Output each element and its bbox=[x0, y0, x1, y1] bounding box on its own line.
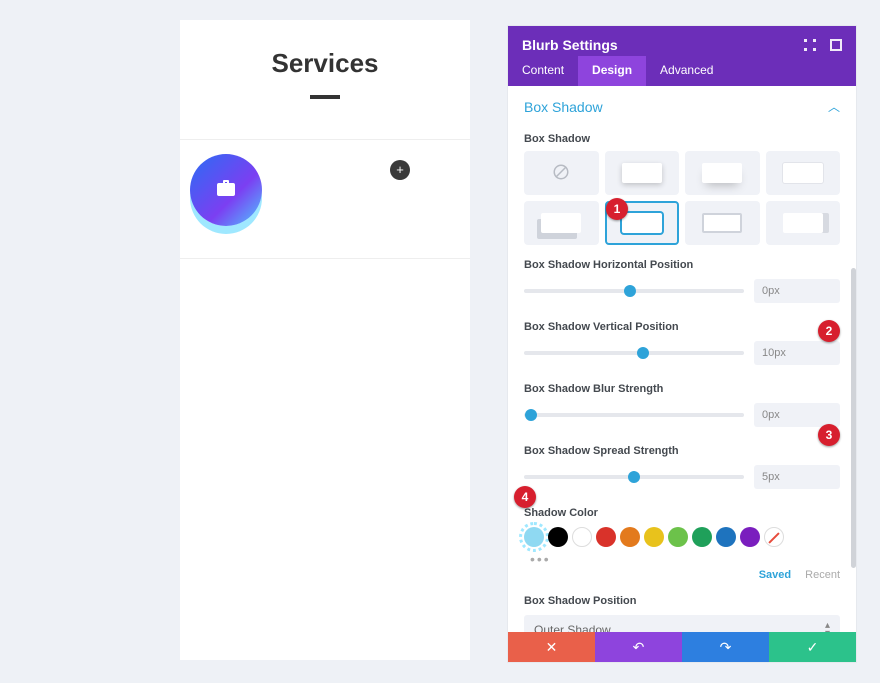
preset-6[interactable] bbox=[685, 201, 760, 245]
panel-body: Box Shadow ︿ Box Shadow Box Shadow Horiz… bbox=[508, 86, 856, 632]
blur-label: Box Shadow Blur Strength bbox=[508, 377, 856, 401]
h-pos-slider[interactable] bbox=[524, 289, 744, 293]
panel-title: Blurb Settings bbox=[522, 37, 618, 53]
swatch-black[interactable] bbox=[548, 527, 568, 547]
save-button[interactable]: ✓ bbox=[769, 632, 856, 662]
preset-none[interactable] bbox=[524, 151, 599, 195]
v-pos-slider[interactable] bbox=[524, 351, 744, 355]
tab-advanced[interactable]: Advanced bbox=[646, 56, 727, 86]
chevron-up-icon: ︿ bbox=[828, 98, 840, 115]
annotation-badge-4: 4 bbox=[514, 486, 536, 508]
palette-saved-tab[interactable]: Saved bbox=[759, 569, 791, 581]
preset-1[interactable] bbox=[605, 151, 680, 195]
panel-header: Blurb Settings Content Design Advanced bbox=[508, 26, 856, 86]
palette-recent-tab[interactable]: Recent bbox=[805, 569, 840, 581]
swatch-blue[interactable] bbox=[716, 527, 736, 547]
section-title: Box Shadow bbox=[524, 99, 603, 115]
none-icon bbox=[552, 163, 570, 184]
blurb-module[interactable]: + bbox=[180, 139, 470, 259]
title-underline bbox=[310, 95, 340, 99]
page-title: Services bbox=[180, 48, 470, 79]
annotation-badge-1: 1 bbox=[606, 198, 628, 220]
chevron-updown-icon: ▴▾ bbox=[825, 622, 830, 632]
swatch-green[interactable] bbox=[668, 527, 688, 547]
swatch-purple[interactable] bbox=[740, 527, 760, 547]
box-shadow-position-select[interactable]: Outer Shadow ▴▾ bbox=[524, 615, 840, 632]
settings-panel: Blurb Settings Content Design Advanced B… bbox=[508, 26, 856, 662]
preset-2[interactable] bbox=[685, 151, 760, 195]
cancel-button[interactable]: ✕ bbox=[508, 632, 595, 662]
spread-value[interactable]: 5px bbox=[754, 465, 840, 489]
preset-7[interactable] bbox=[766, 201, 841, 245]
redo-icon: ↷ bbox=[720, 639, 732, 656]
swatch-red[interactable] bbox=[596, 527, 616, 547]
swatch-yellow[interactable] bbox=[644, 527, 664, 547]
preview-column: Services + bbox=[180, 20, 470, 660]
panel-toggle-icon[interactable] bbox=[830, 39, 842, 51]
v-pos-label: Box Shadow Vertical Position bbox=[508, 315, 856, 339]
expand-icon[interactable] bbox=[804, 39, 816, 51]
section-box-shadow[interactable]: Box Shadow ︿ bbox=[508, 86, 856, 127]
swatch-orange[interactable] bbox=[620, 527, 640, 547]
annotation-badge-2: 2 bbox=[818, 320, 840, 342]
briefcase-icon bbox=[217, 180, 235, 201]
spread-label: Box Shadow Spread Strength bbox=[508, 439, 856, 463]
close-icon: ✕ bbox=[546, 639, 558, 656]
undo-icon: ↶ bbox=[633, 639, 645, 656]
select-value: Outer Shadow bbox=[534, 623, 611, 632]
swatch-active[interactable] bbox=[524, 527, 544, 547]
box-shadow-label: Box Shadow bbox=[508, 127, 856, 151]
redo-button[interactable]: ↷ bbox=[682, 632, 769, 662]
tab-bar: Content Design Advanced bbox=[508, 56, 856, 86]
box-shadow-position-label: Box Shadow Position bbox=[508, 589, 856, 613]
more-colors-icon[interactable]: ••• bbox=[524, 551, 551, 567]
annotation-badge-3: 3 bbox=[818, 424, 840, 446]
swatch-dgreen[interactable] bbox=[692, 527, 712, 547]
v-pos-value[interactable]: 10px bbox=[754, 341, 840, 365]
tab-design[interactable]: Design bbox=[578, 56, 646, 86]
spread-slider[interactable] bbox=[524, 475, 744, 479]
color-swatches bbox=[508, 525, 856, 551]
blur-slider[interactable] bbox=[524, 413, 744, 417]
swatch-white[interactable] bbox=[572, 527, 592, 547]
add-module-button[interactable]: + bbox=[390, 160, 410, 180]
shadow-color-label: Shadow Color bbox=[508, 501, 856, 525]
preset-4[interactable] bbox=[524, 201, 599, 245]
h-pos-value[interactable]: 0px bbox=[754, 279, 840, 303]
blurb-icon-circle bbox=[190, 154, 262, 226]
swatch-none[interactable] bbox=[764, 527, 784, 547]
undo-button[interactable]: ↶ bbox=[595, 632, 682, 662]
preset-3[interactable] bbox=[766, 151, 841, 195]
tab-content[interactable]: Content bbox=[508, 56, 578, 86]
box-shadow-presets bbox=[508, 151, 856, 253]
h-pos-label: Box Shadow Horizontal Position bbox=[508, 253, 856, 277]
panel-footer: ✕ ↶ ↷ ✓ bbox=[508, 632, 856, 662]
check-icon: ✓ bbox=[807, 639, 819, 656]
